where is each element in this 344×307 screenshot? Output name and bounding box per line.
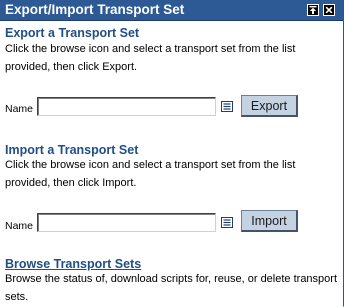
close-icon[interactable]: [323, 4, 335, 16]
list-browse-icon[interactable]: [221, 217, 233, 228]
export-heading: Export a Transport Set: [5, 26, 140, 40]
import-name-label: Name: [5, 220, 34, 232]
list-browse-icon[interactable]: [221, 101, 233, 112]
export-import-portlet: Export/Import Transport Set Export a Tra…: [0, 0, 344, 307]
export-name-field[interactable]: [37, 97, 216, 116]
import-button[interactable]: Import: [241, 210, 298, 232]
import-name-field[interactable]: [37, 213, 216, 232]
import-description: Click the browse icon and select a trans…: [5, 159, 296, 189]
export-description: Click the browse icon and select a trans…: [5, 43, 296, 73]
portlet-title: Export/Import Transport Set: [5, 2, 185, 17]
export-name-label: Name: [5, 103, 34, 115]
browse-description: Browse the status of, download scripts f…: [5, 273, 338, 303]
portlet-titlebar: Export/Import Transport Set: [0, 0, 343, 21]
export-button[interactable]: Export: [241, 95, 298, 117]
import-heading: Import a Transport Set: [5, 143, 139, 157]
arrow-to-top-icon[interactable]: [307, 4, 319, 16]
browse-transport-sets-link[interactable]: Browse Transport Sets: [5, 257, 141, 271]
